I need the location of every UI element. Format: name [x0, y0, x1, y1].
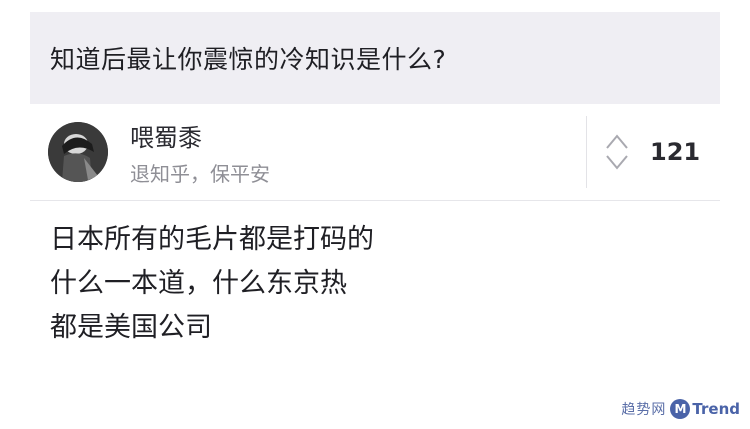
author-bio: 退知乎，保平安 [130, 162, 270, 186]
vote-control[interactable]: 121 [604, 130, 700, 174]
avatar-icon [48, 122, 108, 182]
zhihu-answer-page: 知道后最让你震惊的冷知识是什么? 喂蜀黍 退知乎，保平安 121 日本所有的毛片… [0, 0, 750, 429]
answer-line-3: 都是美国公司 [50, 312, 212, 343]
watermark-logo-icon: M [670, 399, 691, 419]
question-header[interactable]: 知道后最让你震惊的冷知识是什么? [30, 12, 720, 104]
author-name[interactable]: 喂蜀黍 [130, 118, 202, 153]
answer-line-2: 什么一本道，什么东京热 [50, 268, 347, 299]
top-strip [0, 0, 750, 12]
up-down-vote-icon[interactable] [604, 130, 630, 174]
watermark-cn: 趋势网 [621, 402, 667, 418]
watermark-en: Trend [692, 400, 740, 418]
header-divider [586, 116, 587, 188]
answer-content: 日本所有的毛片都是打码的 什么一本道，什么东京热 都是美国公司 [50, 218, 690, 350]
question-title[interactable]: 知道后最让你震惊的冷知识是什么? [50, 40, 446, 76]
vote-count: 121 [650, 138, 701, 166]
site-watermark: 趋势网 M Trend [621, 399, 740, 419]
answer-author-bar: 喂蜀黍 退知乎，保平安 121 [30, 104, 720, 201]
answer-line-1: 日本所有的毛片都是打码的 [50, 224, 374, 255]
author-avatar[interactable] [48, 122, 108, 182]
